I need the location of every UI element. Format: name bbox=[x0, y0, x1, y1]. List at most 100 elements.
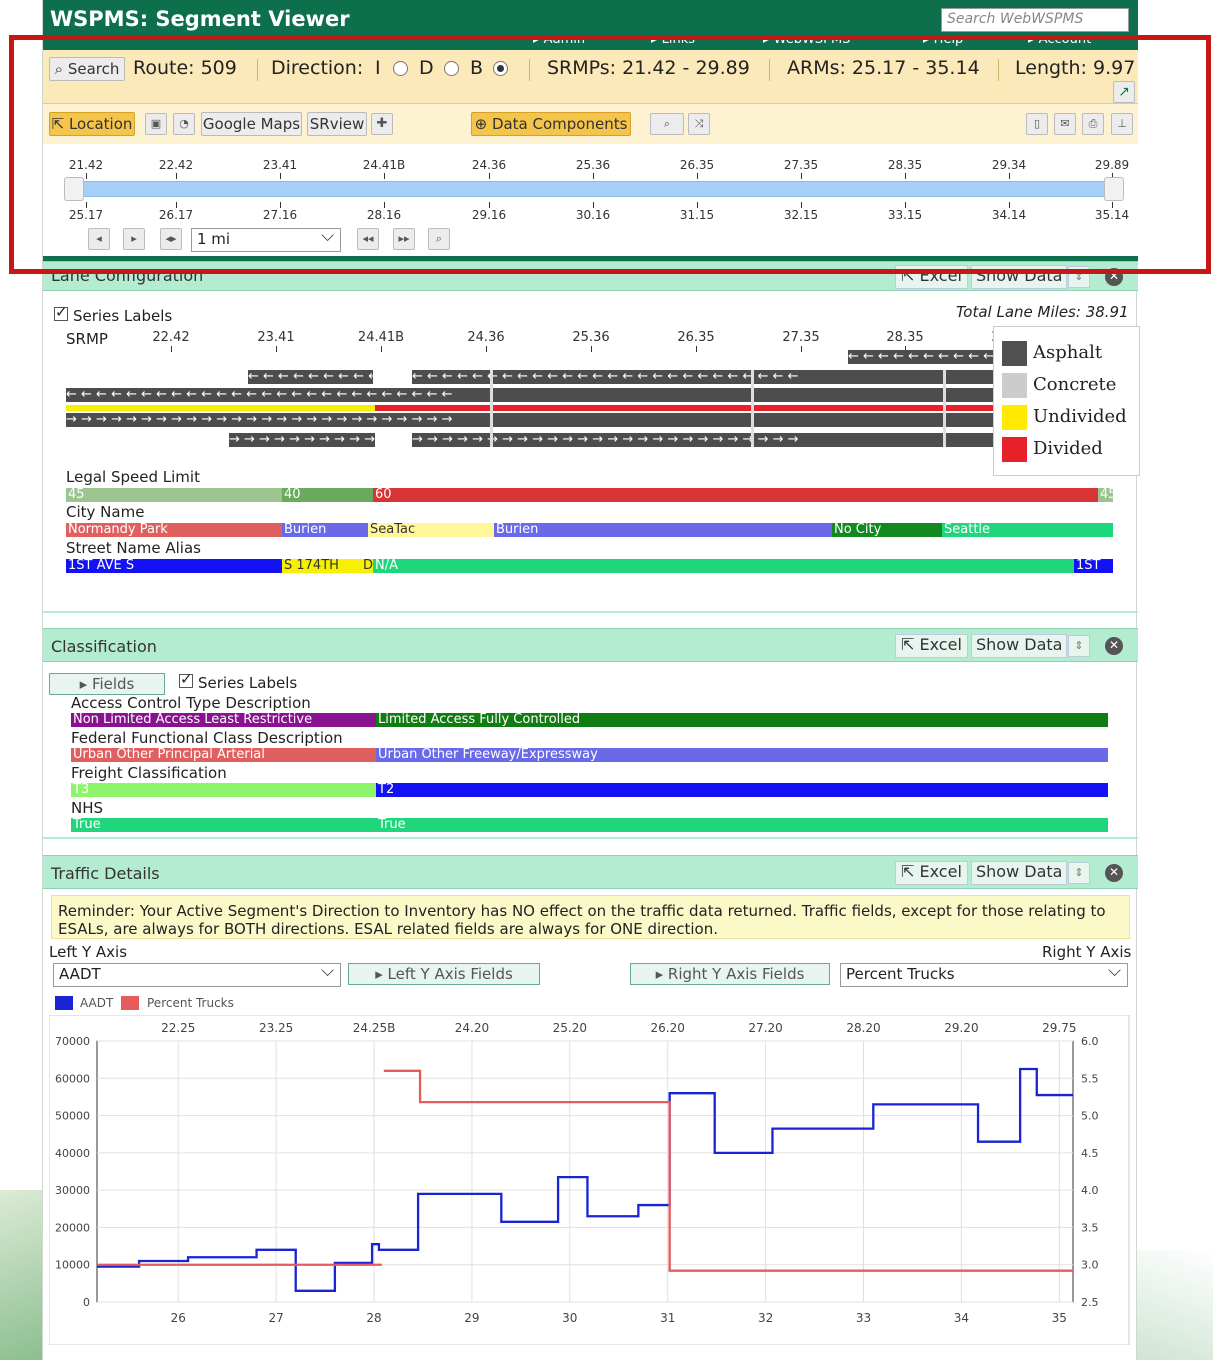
jump-back-icon[interactable]: ◂◂ bbox=[357, 228, 379, 250]
app-window: WSPMS: Segment Viewer Search WebWSPMS ▸ … bbox=[42, 0, 1138, 1360]
center-icon[interactable]: ◂▸ bbox=[160, 228, 182, 250]
reminder-notice: Reminder: Your Active Segment's Directio… bbox=[51, 895, 1130, 939]
step-forward-icon[interactable]: ▸ bbox=[123, 228, 145, 250]
email-icon[interactable]: ✉ bbox=[1054, 113, 1076, 135]
divided-median bbox=[375, 405, 1036, 411]
nav-bar: ▸ Admin ▸ Links ▸ WebWSPMS ▸ Help ▸ Acco… bbox=[43, 36, 1138, 50]
segment-bar: 45 bbox=[66, 488, 282, 502]
direction-d-radio[interactable] bbox=[444, 61, 459, 76]
x-tick-label: 33 bbox=[856, 1311, 871, 1325]
search-webwspms-input[interactable]: Search WebWSPMS bbox=[941, 8, 1129, 32]
step-size-select[interactable]: 1 mi bbox=[191, 226, 341, 252]
excel-button[interactable]: ⇱ Excel bbox=[895, 265, 968, 289]
divider bbox=[769, 59, 770, 81]
slider-tick-label: 25.17 bbox=[68, 208, 104, 222]
srmp-range: SRMPs: 21.42 - 29.89 bbox=[547, 57, 750, 79]
city-name-label: City Name bbox=[66, 503, 145, 521]
show-data-button[interactable]: Show Data bbox=[971, 634, 1068, 658]
classification-row-label: Access Control Type Description bbox=[71, 694, 311, 712]
slider-tick-label: 35.14 bbox=[1094, 208, 1130, 222]
right-axis-fields-button[interactable]: ▸ Right Y Axis Fields bbox=[630, 963, 830, 985]
clipboard-icon[interactable]: ▯ bbox=[1026, 113, 1048, 135]
top-tick-label: 29.75 bbox=[1042, 1021, 1076, 1035]
move-icon[interactable]: ⇕ bbox=[1068, 266, 1090, 288]
fields-button[interactable]: ▸ Fields bbox=[49, 673, 165, 695]
classification-bar: True bbox=[376, 818, 1108, 832]
srview-button[interactable]: SRview bbox=[307, 112, 367, 136]
nav-item-account[interactable]: ▸ Account bbox=[1028, 36, 1091, 47]
segment-bar: Burien bbox=[282, 523, 368, 537]
tick-mark bbox=[591, 346, 592, 352]
right-tick-label: 5.0 bbox=[1081, 1110, 1099, 1123]
clock-icon[interactable]: ◔ bbox=[173, 113, 195, 135]
search-button[interactable]: ⌕ Search bbox=[49, 57, 125, 81]
top-tick-label: 29.20 bbox=[944, 1021, 978, 1035]
expand-arrow-icon[interactable]: ↗ bbox=[1113, 81, 1135, 103]
nav-item-webwspms[interactable]: ▸ WebWSPMS bbox=[763, 36, 850, 47]
data-components-button[interactable]: ⊕ Data Components bbox=[471, 112, 631, 136]
add-icon[interactable]: ✚ bbox=[371, 113, 393, 135]
pin-icon[interactable]: ⊥ bbox=[1111, 113, 1133, 135]
show-data-button[interactable]: Show Data bbox=[971, 265, 1068, 289]
location-button[interactable]: ⇱ Location bbox=[49, 112, 135, 136]
nav-item-links[interactable]: ▸ Links bbox=[651, 36, 695, 47]
left-axis-fields-button[interactable]: ▸ Left Y Axis Fields bbox=[348, 963, 540, 985]
legend-swatch-aadt bbox=[55, 996, 73, 1010]
left-axis-select[interactable]: AADT bbox=[53, 961, 341, 987]
direction-b-radio[interactable] bbox=[493, 61, 508, 76]
nav-item-admin[interactable]: ▸ Admin bbox=[533, 36, 585, 47]
slider-tick-label: 22.42 bbox=[158, 158, 194, 172]
show-data-button[interactable]: Show Data bbox=[971, 861, 1068, 885]
step-back-icon[interactable]: ◂ bbox=[88, 228, 110, 250]
direction-i-radio[interactable] bbox=[393, 61, 408, 76]
range-track[interactable] bbox=[68, 181, 1113, 197]
zoom-icon[interactable]: ⌕ bbox=[650, 113, 684, 135]
range-end-handle[interactable] bbox=[1104, 177, 1124, 201]
legend-label: Concrete bbox=[1033, 374, 1117, 395]
move-icon[interactable]: ⇕ bbox=[1068, 862, 1090, 884]
traffic-title: Traffic Details bbox=[51, 864, 160, 883]
range-start-handle[interactable] bbox=[64, 177, 84, 201]
segment-bar: SeaTac bbox=[368, 523, 494, 537]
x-tick-label: 27 bbox=[269, 1311, 284, 1325]
srmp-axis-label: SRMP bbox=[66, 330, 108, 348]
slider-tick-label: 31.15 bbox=[679, 208, 715, 222]
x-tick-label: 31 bbox=[660, 1311, 675, 1325]
slider-tick-label: 26.35 bbox=[679, 158, 715, 172]
srmp-tick-label: 27.35 bbox=[782, 330, 820, 345]
move-icon[interactable]: ⇕ bbox=[1068, 635, 1090, 657]
direction-d-label: D bbox=[419, 57, 434, 79]
plus-circle-icon: ⊕ bbox=[474, 115, 488, 133]
series-labels-label: Series Labels bbox=[198, 674, 298, 692]
speed-limit-label: Legal Speed Limit bbox=[66, 468, 200, 486]
classification-bar: True bbox=[71, 818, 376, 832]
series-labels-checkbox[interactable] bbox=[54, 303, 68, 321]
save-icon[interactable]: ▣ bbox=[145, 113, 167, 135]
tick-mark bbox=[171, 346, 172, 352]
close-icon[interactable]: ✕ bbox=[1105, 637, 1123, 655]
print-icon[interactable]: ⎙ bbox=[1082, 113, 1104, 135]
series-labels-label: Series Labels bbox=[73, 307, 173, 325]
right-axis-select[interactable]: Percent Trucks bbox=[840, 961, 1128, 987]
jump-forward-icon[interactable]: ▸▸ bbox=[393, 228, 415, 250]
segment-bar: 1ST AVE S bbox=[66, 559, 282, 573]
nav-item-help[interactable]: ▸ Help bbox=[923, 36, 963, 47]
direction-label: Direction: bbox=[271, 57, 364, 79]
right-tick-label: 5.5 bbox=[1081, 1072, 1099, 1085]
shuffle-icon[interactable]: ⤨ bbox=[688, 113, 710, 135]
classification-bar: Non Limited Access Least Restrictive bbox=[71, 713, 376, 727]
left-axis-label: Left Y Axis bbox=[49, 943, 128, 961]
srmp-tick-label: 24.41B bbox=[357, 330, 405, 345]
external-link-icon: ⇱ bbox=[51, 115, 65, 133]
zoom-icon[interactable]: ⌕ bbox=[428, 228, 450, 250]
top-tick-label: 26.20 bbox=[651, 1021, 685, 1035]
close-icon[interactable]: ✕ bbox=[1105, 268, 1123, 286]
excel-button[interactable]: ⇱ Excel bbox=[895, 634, 968, 658]
lane-config-body: Series Labels Total Lane Miles: 38.91 SR… bbox=[43, 291, 1138, 613]
legend-swatch-percent-trucks bbox=[121, 996, 139, 1010]
excel-button[interactable]: ⇱ Excel bbox=[895, 861, 968, 885]
close-icon[interactable]: ✕ bbox=[1105, 864, 1123, 882]
google-maps-button[interactable]: Google Maps bbox=[201, 112, 302, 136]
classification-body: ▸ Fields Series Labels Access Control Ty… bbox=[43, 662, 1138, 839]
series-labels-checkbox[interactable] bbox=[179, 670, 193, 688]
